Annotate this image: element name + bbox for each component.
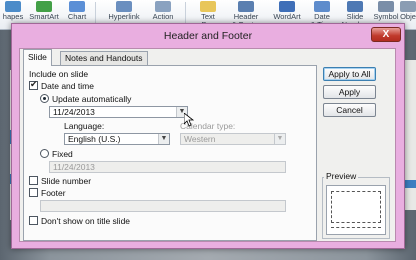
footer-checkbox[interactable] <box>29 188 38 197</box>
ribbon-label: Action <box>152 12 174 21</box>
wordart-button[interactable]: WordArt <box>268 1 306 21</box>
ribbon-label: Chart <box>67 12 87 21</box>
language-dropdown[interactable]: English (U.S.) ▼ <box>64 133 170 145</box>
date-time-icon <box>314 1 330 12</box>
calendar-type-value: Western <box>184 134 216 144</box>
hyperlink-button[interactable]: Hyperlink <box>104 1 144 21</box>
symbol-button[interactable]: Symbol <box>372 1 400 21</box>
date-and-time-label: Date and time <box>41 81 94 91</box>
footer-text-field[interactable] <box>40 200 286 212</box>
dont-show-on-title-slide-label: Don't show on title slide <box>41 216 131 226</box>
smartart-icon <box>36 1 52 12</box>
header-footer-dialog: Header and Footer X Slide Notes and Hand… <box>11 23 405 249</box>
object-icon <box>400 1 416 12</box>
update-automatically-label: Update automatically <box>52 94 132 104</box>
slide-number-label: Slide number <box>41 176 92 186</box>
ribbon-label: Symbol <box>373 12 399 21</box>
action-button[interactable]: Action <box>148 1 178 21</box>
cancel-button[interactable]: Cancel <box>323 103 376 117</box>
tab-slide[interactable]: Slide <box>23 49 52 66</box>
chart-button[interactable]: Chart <box>64 1 90 21</box>
preview-label: Preview <box>324 171 359 181</box>
language-value: English (U.S.) <box>68 134 121 144</box>
fixed-label: Fixed <box>52 149 73 159</box>
close-icon: X <box>382 29 390 40</box>
tab-slide-label: Slide <box>28 52 47 62</box>
preview-footer-placeholder <box>331 227 381 228</box>
slide-number-checkbox[interactable] <box>29 176 38 185</box>
apply-to-all-button[interactable]: Apply to All <box>323 67 376 81</box>
fixed-radio[interactable] <box>40 149 49 158</box>
shapes-button[interactable]: hapes <box>0 1 26 21</box>
chart-icon <box>69 1 85 12</box>
chevron-down-icon: ▼ <box>274 134 285 144</box>
dialog-title: Header and Footer <box>163 30 253 42</box>
chevron-down-icon[interactable]: ▼ <box>158 134 169 144</box>
object-button[interactable]: Obje <box>400 1 416 21</box>
wordart-icon <box>279 1 295 12</box>
apply-button[interactable]: Apply <box>323 85 376 99</box>
footer-label: Footer <box>41 188 66 198</box>
symbol-icon <box>378 1 394 12</box>
update-automatically-radio[interactable] <box>40 94 49 103</box>
shapes-icon <box>5 1 21 12</box>
hyperlink-icon <box>116 1 132 12</box>
ribbon-label: hapes <box>2 12 24 21</box>
ribbon-label: Obje <box>400 12 416 21</box>
smartart-button[interactable]: SmartArt <box>27 1 61 21</box>
tab-notes-label: Notes and Handouts <box>65 53 143 63</box>
ribbon-label: SmartArt <box>29 12 59 21</box>
date-format-dropdown[interactable]: 11/24/2013 ▼ <box>49 106 188 118</box>
date-and-time-checkbox[interactable] <box>29 79 38 90</box>
ribbon-label: WordArt <box>273 12 301 21</box>
ribbon-label: Hyperlink <box>108 12 140 21</box>
dialog-client-area: Slide Notes and Handouts Include on slid… <box>19 48 396 242</box>
text-box-icon <box>200 1 216 12</box>
preview-slide <box>326 185 386 235</box>
include-on-slide-heading: Include on slide <box>29 69 89 79</box>
dialog-titlebar[interactable]: Header and Footer X <box>12 24 404 47</box>
slide-number-icon <box>347 1 363 12</box>
tab-notes-and-handouts[interactable]: Notes and Handouts <box>60 51 148 65</box>
slide-tab-panel: Include on slide Date and time Update au… <box>23 65 317 241</box>
language-label: Language: <box>64 121 105 131</box>
action-icon <box>155 1 171 12</box>
fixed-date-field[interactable]: 11/24/2013 <box>49 161 286 173</box>
calendar-type-dropdown[interactable]: Western ▼ <box>180 133 286 145</box>
pointer-icon <box>183 112 195 127</box>
close-button[interactable]: X <box>371 27 401 42</box>
preview-content-placeholder <box>331 191 381 223</box>
header-footer-icon <box>238 1 254 12</box>
date-format-value: 11/24/2013 <box>53 107 95 117</box>
dont-show-on-title-slide-checkbox[interactable] <box>29 216 38 225</box>
